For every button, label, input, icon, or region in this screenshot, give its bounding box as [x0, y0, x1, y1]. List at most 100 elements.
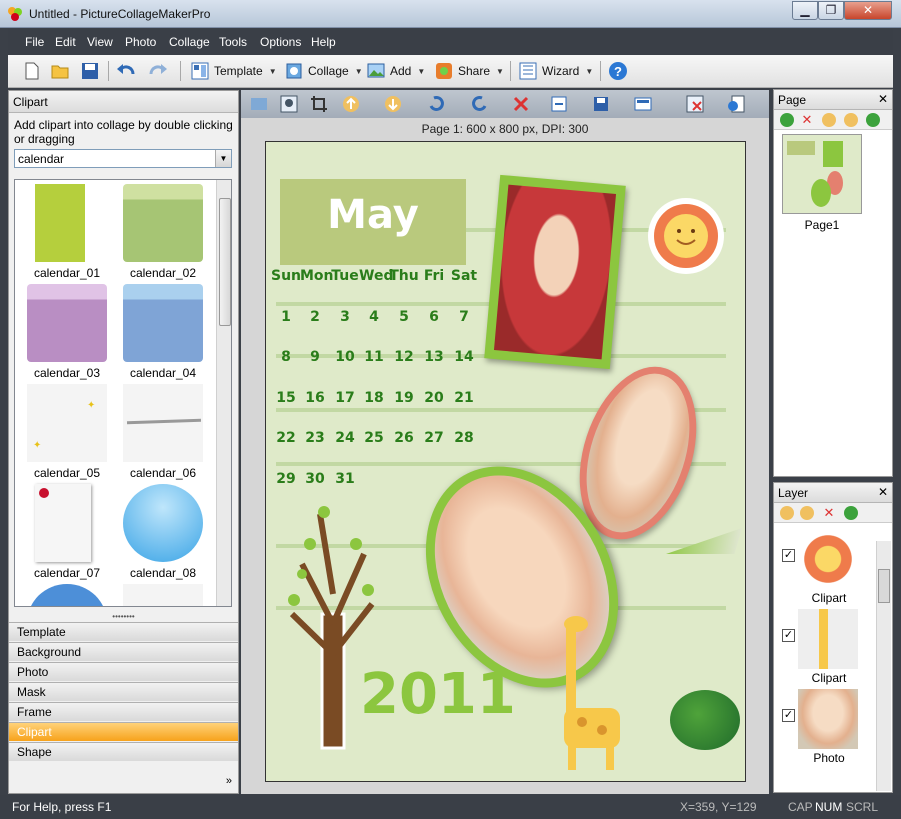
photo-person-icon[interactable] — [279, 94, 299, 114]
close-window-button[interactable]: ✕ — [844, 1, 892, 20]
menu-edit[interactable]: Edit — [55, 35, 76, 49]
layer-scrollbar[interactable] — [876, 541, 891, 791]
properties-icon[interactable] — [727, 94, 747, 114]
image-edit-icon[interactable] — [249, 94, 269, 114]
layer-down-icon[interactable] — [800, 506, 814, 520]
page-down-icon[interactable] — [844, 113, 858, 127]
remove-image-icon[interactable] — [685, 94, 705, 114]
layout-icon[interactable] — [633, 94, 653, 114]
day-cell: 23 — [305, 430, 325, 446]
weekday-mon: Mon — [300, 268, 334, 284]
send-backward-icon[interactable] — [383, 94, 403, 114]
clipart-thumb-8[interactable]: calendar_08 — [117, 482, 209, 582]
collage-button[interactable]: Collage ▼ — [284, 59, 363, 83]
restore-button[interactable]: ❐ — [818, 1, 844, 20]
layer-visible-checkbox[interactable]: ✓ — [782, 709, 795, 722]
clipart-scrollbar[interactable] — [216, 180, 231, 606]
weekday-tue: Tue — [331, 268, 359, 284]
tab-background[interactable]: Background — [9, 642, 238, 661]
photo-frame-1[interactable] — [484, 174, 626, 370]
page-up-icon[interactable] — [822, 113, 836, 127]
month-banner[interactable]: May — [280, 179, 466, 265]
menu-photo[interactable]: Photo — [125, 35, 156, 49]
day-cell: 30 — [305, 471, 325, 487]
page-thumbnail[interactable] — [782, 134, 862, 214]
refresh-icon[interactable] — [844, 506, 858, 520]
rotate-right-icon[interactable] — [427, 94, 447, 114]
save-button[interactable] — [80, 59, 104, 83]
tab-clipart[interactable]: Clipart — [9, 722, 238, 741]
plane-clipart[interactable] — [666, 528, 742, 554]
menu-tools[interactable]: Tools — [219, 35, 247, 49]
clipart-thumb-10[interactable] — [117, 582, 209, 606]
delete-icon[interactable] — [511, 94, 531, 114]
delete-page-icon[interactable]: ✕ — [800, 113, 814, 127]
open-button[interactable] — [50, 59, 74, 83]
sun-clipart[interactable] — [646, 196, 726, 276]
day-cell: 22 — [276, 430, 296, 446]
align-icon[interactable] — [549, 94, 569, 114]
delete-layer-icon[interactable]: ✕ — [822, 506, 836, 520]
clipart-thumb-1[interactable]: calendar_01 — [21, 182, 113, 282]
clipart-preview — [35, 184, 85, 262]
menu-help[interactable]: Help — [311, 35, 336, 49]
day-cell: 11 — [364, 349, 384, 365]
menu-file[interactable]: File — [25, 35, 44, 49]
menu-collage[interactable]: Collage — [169, 35, 210, 49]
layer-visible-checkbox[interactable]: ✓ — [782, 549, 795, 562]
year-title: 2011 — [360, 662, 516, 727]
clipart-panel: Clipart Add clipart into collage by doub… — [8, 90, 239, 794]
tab-template[interactable]: Template — [9, 622, 238, 641]
tab-shape[interactable]: Shape — [9, 742, 238, 761]
refresh-icon[interactable] — [866, 113, 880, 127]
status-cap: CAP — [788, 800, 813, 814]
menu-view[interactable]: View — [87, 35, 113, 49]
share-button[interactable]: Share ▼ — [434, 59, 504, 83]
category-select[interactable]: calendar ▼ — [14, 149, 232, 168]
tab-photo[interactable]: Photo — [9, 662, 238, 681]
clipart-thumb-4[interactable]: calendar_04 — [117, 282, 209, 382]
redo-button[interactable] — [148, 59, 172, 83]
more-tabs-chevron-icon[interactable]: » — [226, 775, 232, 787]
add-page-icon[interactable] — [780, 113, 794, 127]
giraffe-clipart[interactable] — [556, 612, 626, 772]
bring-forward-icon[interactable] — [341, 94, 361, 114]
rotate-left-icon[interactable] — [469, 94, 489, 114]
wizard-button[interactable]: Wizard ▼ — [518, 59, 593, 83]
layer-label: Clipart — [811, 591, 847, 605]
menu-options[interactable]: Options — [260, 35, 301, 49]
layer-label: Clipart — [811, 671, 847, 685]
layer-row[interactable]: ✓ Clipart — [774, 527, 878, 607]
clipart-thumb-9[interactable] — [21, 582, 113, 606]
tab-mask[interactable]: Mask — [9, 682, 238, 701]
chevron-down-icon[interactable]: ▼ — [215, 150, 231, 167]
day-cell: 25 — [364, 430, 384, 446]
bush-clipart[interactable] — [670, 690, 740, 750]
layer-up-icon[interactable] — [780, 506, 794, 520]
clipart-thumb-2[interactable]: calendar_02 — [117, 182, 209, 282]
layer-visible-checkbox[interactable]: ✓ — [782, 629, 795, 642]
minimize-button[interactable]: ▁ — [792, 1, 818, 20]
clipart-thumb-7[interactable]: calendar_07 — [21, 482, 113, 582]
tab-frame[interactable]: Frame — [9, 702, 238, 721]
folder-open-icon — [51, 65, 69, 79]
template-button[interactable]: Template ▼ — [190, 59, 277, 83]
save-page-icon[interactable] — [591, 94, 611, 114]
day-cell: 26 — [394, 430, 414, 446]
add-button[interactable]: Add ▼ — [366, 59, 425, 83]
clipart-label: calendar_07 — [33, 566, 101, 580]
help-button[interactable]: ? — [608, 59, 632, 83]
crop-icon[interactable] — [309, 94, 329, 114]
clipart-thumb-6[interactable]: calendar_06 — [117, 382, 209, 482]
panel-splitter[interactable]: •••••••• — [9, 613, 238, 621]
collage-page[interactable]: May Sun Mon Tue Wed Thu Fri Sat 1 2 3 4 … — [265, 141, 746, 782]
collage-icon — [286, 63, 302, 79]
close-icon[interactable]: ✕ — [878, 92, 888, 106]
layer-row[interactable]: ✓ Photo — [774, 687, 878, 767]
clipart-thumb-3[interactable]: calendar_03 — [21, 282, 113, 382]
new-button[interactable] — [22, 59, 46, 83]
layer-row[interactable]: ✓ Clipart — [774, 607, 878, 687]
clipart-thumb-5[interactable]: ✦ ✦ calendar_05 — [21, 382, 113, 482]
close-icon[interactable]: ✕ — [878, 485, 888, 499]
undo-button[interactable] — [116, 59, 140, 83]
